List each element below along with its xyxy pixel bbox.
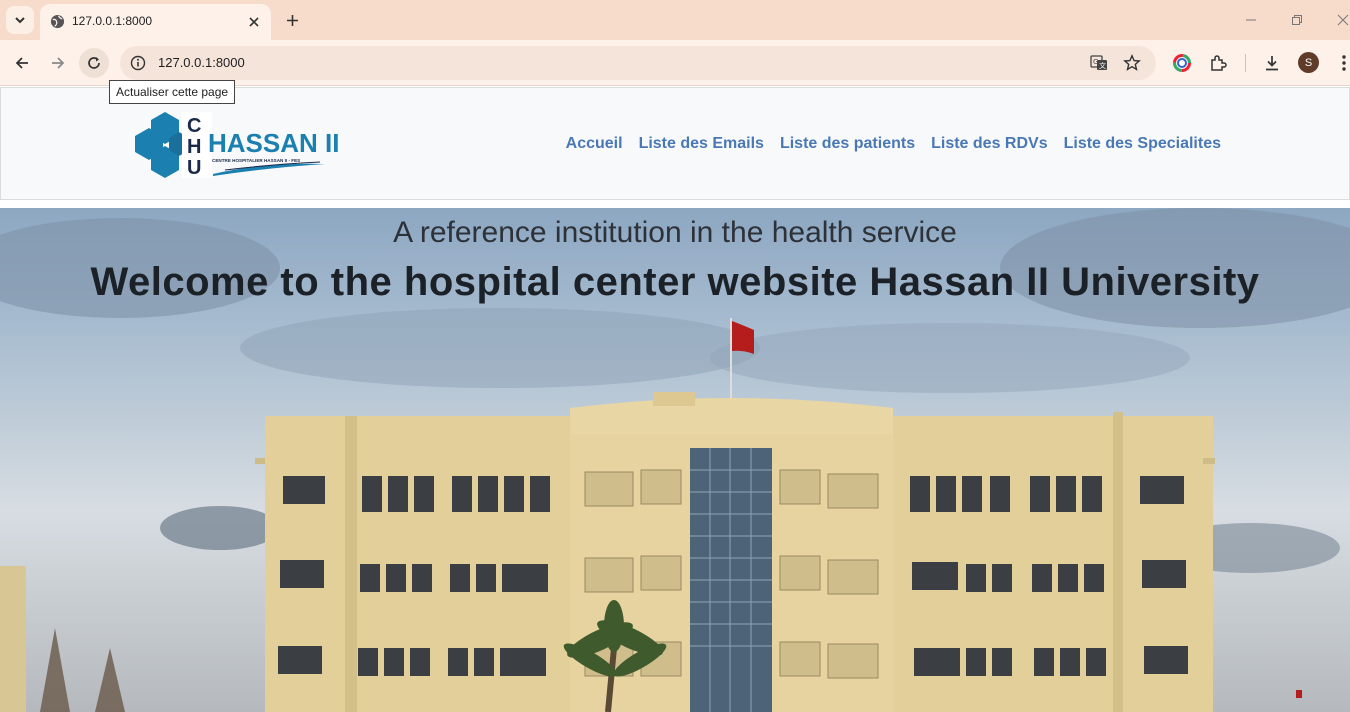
globe-icon	[50, 14, 65, 34]
extensions-puzzle-icon[interactable]	[1208, 53, 1228, 73]
nav-link-accueil[interactable]: Accueil	[566, 135, 623, 153]
address-bar[interactable]: 127.0.0.1:8000 G文	[120, 46, 1156, 80]
tab-close-button[interactable]	[245, 13, 263, 31]
close-icon	[1337, 14, 1349, 26]
site-logo[interactable]: C H U HASSAN II CENTRE HOSPITALIER HASSA…	[135, 110, 340, 185]
svg-text:U: U	[187, 157, 201, 179]
more-menu-icon[interactable]	[1334, 53, 1350, 73]
close-window-button[interactable]	[1333, 10, 1350, 30]
new-tab-button[interactable]	[282, 10, 302, 30]
bookmark-star-icon[interactable]	[1122, 53, 1142, 73]
nav-link-rdvs[interactable]: Liste des RDVs	[931, 135, 1047, 153]
hero-subtitle: A reference institution in the health se…	[393, 216, 957, 249]
tab-search-button[interactable]	[6, 6, 34, 34]
chevron-down-icon	[15, 17, 25, 24]
logo-name: HASSAN II	[208, 128, 339, 158]
hero-title: Welcome to the hospital center website H…	[90, 260, 1260, 304]
main-nav: Accueil Liste des Emails Liste des patie…	[566, 135, 1221, 153]
web-page: C H U HASSAN II CENTRE HOSPITALIER HASSA…	[0, 87, 1350, 712]
plus-icon	[286, 14, 298, 26]
svg-text:G: G	[1093, 58, 1098, 66]
tab-title: 127.0.0.1:8000	[72, 14, 153, 28]
close-icon	[249, 17, 259, 27]
minimize-icon	[1246, 19, 1256, 21]
forward-button[interactable]	[43, 48, 73, 78]
reload-tooltip: Actualiser cette page	[109, 80, 236, 104]
minimize-button[interactable]	[1241, 10, 1261, 30]
browser-tab[interactable]: 127.0.0.1:8000	[40, 4, 271, 40]
svg-text:H: H	[187, 136, 201, 158]
nav-link-emails[interactable]: Liste des Emails	[639, 135, 764, 153]
extension-color-icon[interactable]	[1172, 53, 1192, 73]
reload-icon	[88, 57, 100, 69]
logo-letters: C	[187, 115, 201, 137]
reload-button[interactable]	[79, 48, 109, 78]
restore-icon	[1292, 15, 1302, 25]
profile-avatar[interactable]: S	[1298, 52, 1319, 73]
hero-banner: A reference institution in the health se…	[0, 208, 1350, 712]
tab-strip: 127.0.0.1:8000	[0, 0, 1350, 40]
url-text[interactable]: 127.0.0.1:8000	[158, 55, 245, 70]
toolbar-separator	[1245, 54, 1246, 72]
arrow-right-icon	[52, 57, 65, 69]
chu-logo-icon: C H U HASSAN II CENTRE HOSPITALIER HASSA…	[135, 112, 339, 179]
site-info-icon[interactable]	[128, 53, 148, 73]
svg-text:文: 文	[1099, 61, 1106, 70]
download-icon[interactable]	[1262, 53, 1282, 73]
arrow-left-icon	[15, 57, 28, 69]
logo-tagline: CENTRE HOSPITALIER HASSAN II - FES	[212, 158, 300, 163]
nav-link-specialites[interactable]: Liste des Specialites	[1064, 135, 1221, 153]
restore-button[interactable]	[1287, 10, 1307, 30]
translate-icon[interactable]: G文	[1089, 53, 1109, 73]
back-button[interactable]	[7, 48, 37, 78]
nav-link-patients[interactable]: Liste des patients	[780, 135, 915, 153]
